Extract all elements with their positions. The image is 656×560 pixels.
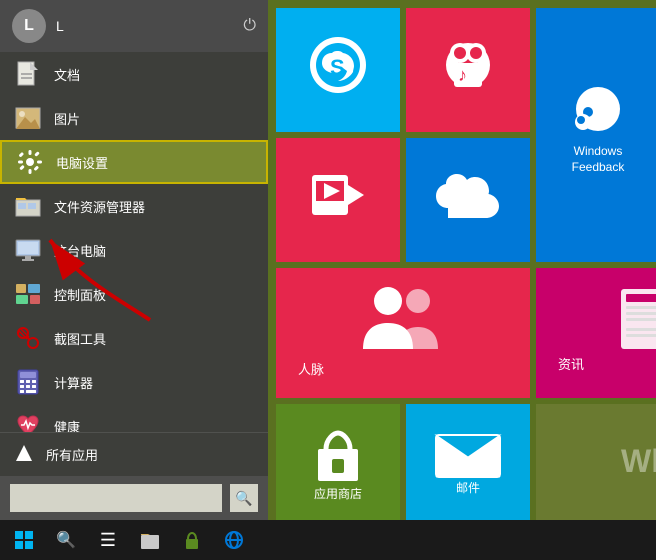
- store-tile-icon: [306, 421, 370, 485]
- search-taskbar-button[interactable]: 🔍: [46, 522, 86, 558]
- feedback-tile-icon: [563, 84, 633, 144]
- user-info: L L: [12, 9, 64, 43]
- search-button[interactable]: 🔍: [230, 484, 258, 512]
- tile-feedback[interactable]: Windows Feedback: [536, 8, 656, 262]
- calculator-icon: [14, 368, 42, 396]
- thispc-label: 这台电脑: [54, 241, 106, 260]
- whar-label: Whar: [621, 443, 656, 480]
- store-label: 应用商店: [314, 485, 362, 502]
- taskview-button[interactable]: ☰: [88, 522, 128, 558]
- avatar[interactable]: L: [12, 9, 46, 43]
- menu-item-pictures[interactable]: 图片: [0, 96, 268, 140]
- file-taskbar-button[interactable]: [130, 522, 170, 558]
- feedback-label-feedback: Feedback: [572, 160, 625, 174]
- news-tile-icon: [616, 284, 656, 354]
- start-button[interactable]: [4, 522, 44, 558]
- fileexplorer-icon: [14, 192, 42, 220]
- ie-taskbar-button[interactable]: [214, 522, 254, 558]
- all-apps-icon: [14, 443, 34, 466]
- menu-item-snipping[interactable]: 截图工具: [0, 316, 268, 360]
- tile-whar[interactable]: Whar: [536, 404, 656, 520]
- all-apps-label: 所有应用: [46, 445, 98, 464]
- menu-item-controlpanel[interactable]: 控制面板: [0, 272, 268, 316]
- menu-item-settings[interactable]: 电脑设置: [0, 140, 268, 184]
- skype-tile-icon: S: [306, 33, 370, 97]
- feedback-label-windows: Windows: [574, 144, 623, 158]
- tile-skype[interactable]: S: [276, 8, 400, 132]
- tile-mail[interactable]: 邮件: [406, 404, 530, 520]
- tile-music[interactable]: ♪: [406, 8, 530, 132]
- settings-label: 电脑设置: [56, 153, 108, 172]
- documents-label: 文档: [54, 65, 80, 84]
- thispc-icon: [14, 236, 42, 264]
- calculator-label: 计算器: [54, 373, 93, 392]
- power-icon[interactable]: ⏻: [243, 17, 256, 35]
- all-apps-item[interactable]: 所有应用: [0, 432, 268, 476]
- menu-item-fileexplorer[interactable]: 文件资源管理器: [0, 184, 268, 228]
- user-name: L: [56, 18, 64, 34]
- tile-people[interactable]: 人脉: [276, 268, 530, 398]
- left-panel: L L ⏻ 文档: [0, 0, 268, 520]
- taskbar: 🔍 ☰: [0, 520, 656, 560]
- health-label: 健康: [54, 417, 80, 433]
- controlpanel-label: 控制面板: [54, 285, 106, 304]
- menu-item-calculator[interactable]: 计算器: [0, 360, 268, 404]
- news-label: 资讯: [558, 354, 584, 373]
- snipping-label: 截图工具: [54, 329, 106, 348]
- search-bar: 🔍: [0, 476, 268, 520]
- svg-text:♪: ♪: [458, 65, 467, 85]
- pictures-icon: [14, 104, 42, 132]
- snipping-icon: [14, 324, 42, 352]
- mail-tile-icon: [433, 427, 503, 479]
- tile-onedrive[interactable]: [406, 138, 530, 262]
- onedrive-tile-icon: [433, 170, 503, 220]
- pictures-label: 图片: [54, 109, 80, 128]
- store-taskbar-button[interactable]: [172, 522, 212, 558]
- svg-text:S: S: [330, 55, 345, 80]
- menu-item-thispc[interactable]: 这台电脑: [0, 228, 268, 272]
- tiles-panel: S ♪: [268, 0, 656, 520]
- tile-video[interactable]: [276, 138, 400, 262]
- tile-news[interactable]: 资讯: [536, 268, 656, 398]
- music-tile-icon: ♪: [436, 33, 500, 97]
- fileexplorer-label: 文件资源管理器: [54, 197, 145, 216]
- menu-item-documents[interactable]: 文档: [0, 52, 268, 96]
- mail-label: 邮件: [456, 479, 480, 496]
- menu-item-health[interactable]: 健康: [0, 404, 268, 432]
- search-input[interactable]: [10, 484, 222, 512]
- health-icon: [14, 412, 42, 432]
- menu-items: 文档 图片: [0, 52, 268, 432]
- people-label: 人脉: [298, 359, 324, 378]
- start-menu: L L ⏻ 文档: [0, 0, 656, 520]
- people-tile-icon: [353, 279, 453, 359]
- controlpanel-icon: [14, 280, 42, 308]
- settings-icon: [16, 148, 44, 176]
- document-icon: [14, 60, 42, 88]
- video-tile-icon: [310, 173, 366, 217]
- user-header: L L ⏻: [0, 0, 268, 52]
- tile-store[interactable]: 应用商店: [276, 404, 400, 520]
